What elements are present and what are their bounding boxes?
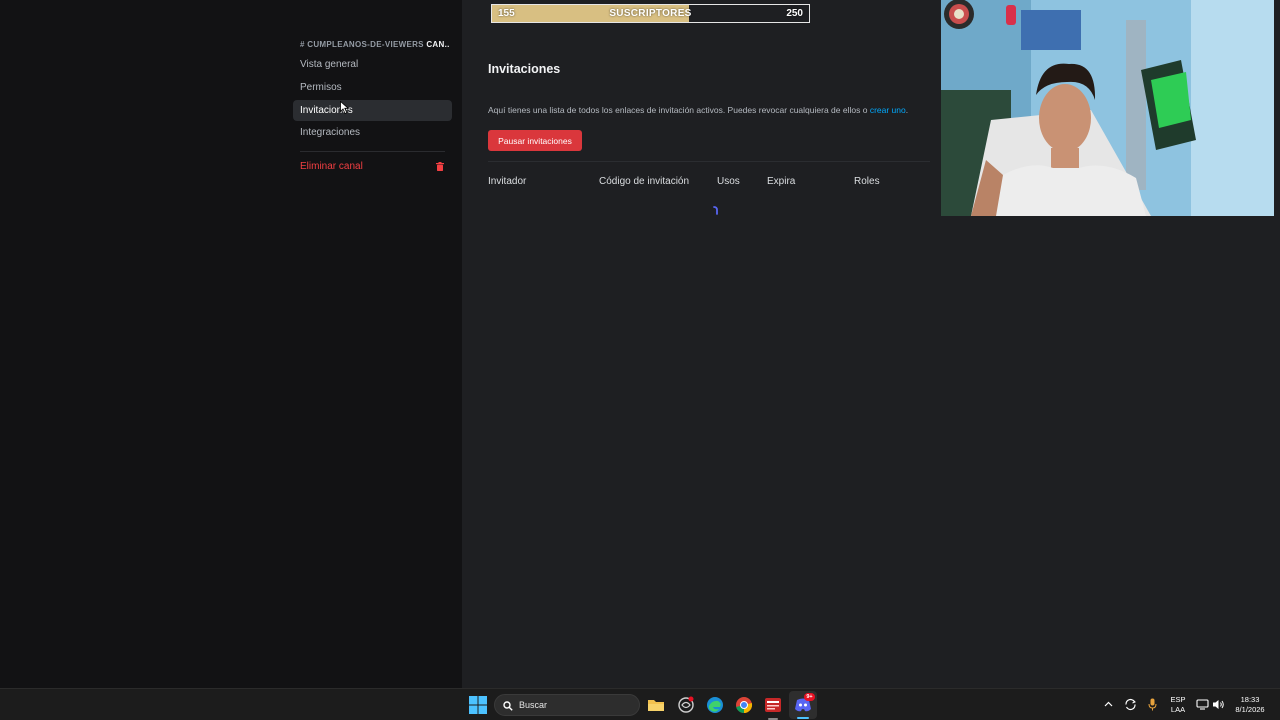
column-header-uses: Usos <box>717 176 740 187</box>
nav-divider <box>300 151 445 152</box>
column-header-expires: Expira <box>767 176 796 187</box>
streaming-app-icon[interactable] <box>764 696 782 714</box>
description-end: . <box>905 105 909 115</box>
nav-item-overview[interactable]: Vista general <box>293 54 452 75</box>
taskbar: Buscar 9+ ESP LAA 18:33 8/1/2026 <box>0 688 1280 720</box>
sync-icon[interactable] <box>1124 698 1137 711</box>
nav-item-label: Integraciones <box>300 127 361 138</box>
clock[interactable]: 18:33 8/1/2026 <box>1230 695 1270 715</box>
channel-name: CUMPLEANOS-DE-VIEWERS <box>307 40 424 49</box>
network-icon[interactable] <box>1196 699 1209 710</box>
nav-item-label: Permisos <box>300 82 342 93</box>
settings-sidebar: # CUMPLEANOS-DE-VIEWERS CAN... Vista gen… <box>0 0 462 688</box>
create-invite-link[interactable]: crear uno <box>870 105 906 115</box>
page-title: Invitaciones <box>488 62 561 76</box>
trash-icon <box>436 162 444 171</box>
channel-category: CAN... <box>426 40 450 49</box>
column-header-inviter: Invitador <box>488 176 527 187</box>
column-header-roles: Roles <box>854 176 880 187</box>
pause-invites-button[interactable]: Pausar invitaciones <box>488 130 582 151</box>
app-active-indicator <box>797 717 809 719</box>
webcam-overlay <box>941 0 1274 216</box>
webcam-image <box>941 0 1274 216</box>
chrome-icon[interactable] <box>735 696 753 714</box>
channel-header: # CUMPLEANOS-DE-VIEWERS CAN... <box>300 40 450 49</box>
nav-item-invites[interactable]: Invitaciones <box>293 100 452 121</box>
subscriber-goal-bar: 155 SUSCRIPTORES 250 <box>491 4 810 23</box>
edge-icon[interactable] <box>706 696 724 714</box>
delete-channel-label: Eliminar canal <box>300 161 363 172</box>
microphone-icon[interactable] <box>1148 698 1157 711</box>
search-placeholder: Buscar <box>519 700 548 710</box>
search-icon <box>503 701 513 711</box>
file-explorer-icon[interactable] <box>647 696 665 714</box>
nav-item-permissions[interactable]: Permisos <box>293 77 452 98</box>
nav-item-label: Vista general <box>300 59 359 70</box>
subscriber-goal: 250 <box>786 8 803 19</box>
screen: # CUMPLEANOS-DE-VIEWERS CAN... Vista gen… <box>0 0 1280 720</box>
clock-date: 8/1/2026 <box>1235 705 1265 714</box>
chevron-up-icon[interactable] <box>1104 700 1113 709</box>
delete-channel-button[interactable]: Eliminar canal <box>293 156 452 177</box>
description-text: Aquí tienes una lista de todos los enlac… <box>488 105 868 115</box>
discord-notification-badge: 9+ <box>804 693 815 701</box>
column-header-code: Código de invitación <box>599 176 690 187</box>
invites-description: Aquí tienes una lista de todos los enlac… <box>488 105 908 115</box>
channel-hash-icon: # <box>300 40 305 49</box>
input-language[interactable]: ESP LAA <box>1168 695 1188 715</box>
keyboard-layout: LAA <box>1170 705 1186 714</box>
nav-item-integrations[interactable]: Integraciones <box>293 122 452 143</box>
discord-taskbar-button[interactable]: 9+ <box>789 691 817 719</box>
app-icon[interactable] <box>677 696 695 714</box>
volume-icon[interactable] <box>1212 698 1225 711</box>
subscriber-label: SUSCRIPTORES <box>609 8 692 19</box>
table-divider <box>488 161 930 162</box>
language-code: ESP <box>1170 695 1186 704</box>
windows-start-icon[interactable] <box>469 696 487 714</box>
taskbar-search[interactable]: Buscar <box>494 694 640 716</box>
mouse-cursor-icon <box>340 101 349 114</box>
loading-spinner-icon <box>713 206 718 215</box>
clock-time: 18:33 <box>1240 695 1260 704</box>
